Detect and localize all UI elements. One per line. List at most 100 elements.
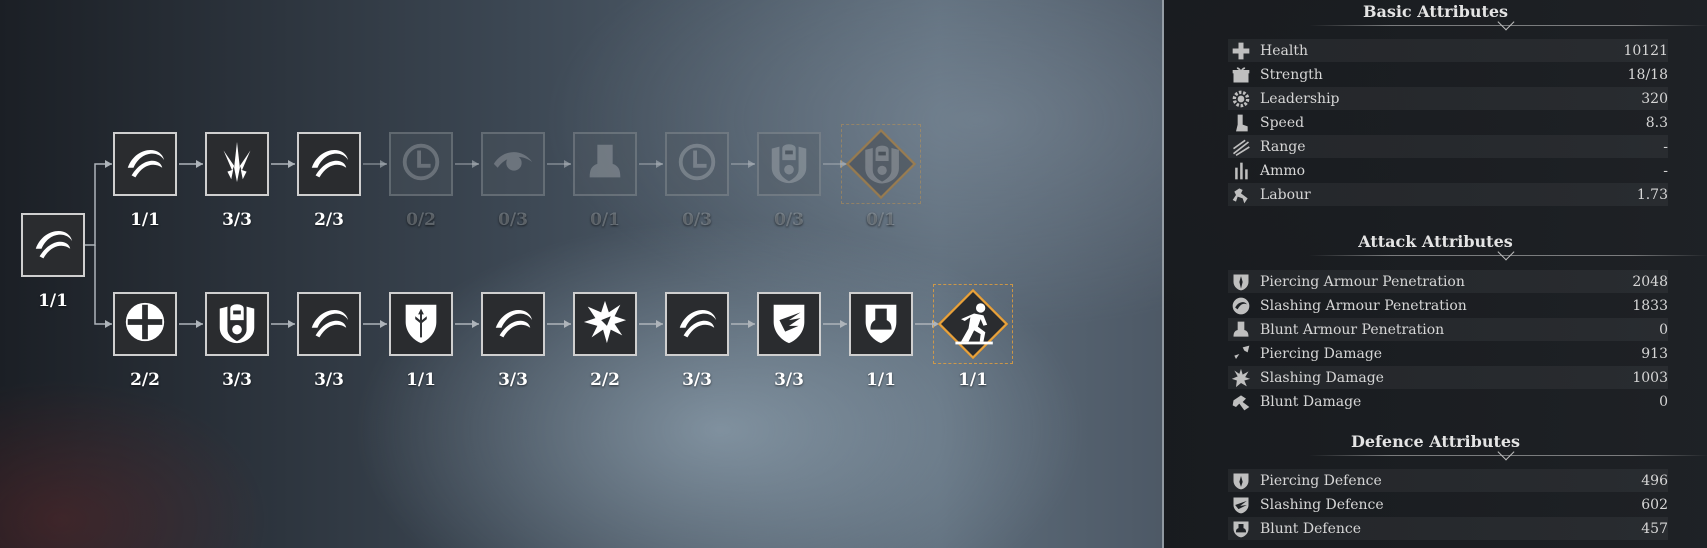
attribute-value: 320 [1641, 90, 1668, 107]
attribute-row: Range - [1228, 135, 1668, 158]
skill-node-box[interactable] [573, 292, 637, 356]
skill-node-rank: 0/1 [590, 210, 620, 230]
arrow-head-icon [748, 160, 755, 168]
attribute-row: Health 10121 [1228, 39, 1668, 62]
skill-node[interactable]: 3/3 [297, 292, 361, 390]
skill-node-box[interactable] [113, 292, 177, 356]
arrow-head-icon [472, 160, 479, 168]
wing-shield-icon [766, 299, 812, 349]
arrow-head-icon [564, 320, 571, 328]
speed-boot-icon [1230, 112, 1252, 134]
skill-node[interactable]: 2/3 [297, 132, 361, 230]
skill-node-root[interactable]: 1/1 [21, 213, 85, 311]
skill-node[interactable]: 0/1 [573, 132, 637, 230]
skill-node-rank: 0/3 [774, 210, 804, 230]
labour-horse-icon [1230, 184, 1252, 206]
skill-node-rank: 3/3 [222, 210, 252, 230]
skill-node-box[interactable] [205, 132, 269, 196]
attribute-value: 496 [1641, 472, 1668, 489]
skill-node[interactable]: 3/3 [665, 292, 729, 390]
skill-node-rank: 3/3 [314, 370, 344, 390]
skill-node[interactable]: 0/3 [757, 132, 821, 230]
skill-node-box[interactable] [113, 132, 177, 196]
attribute-row: Strength 18/18 [1228, 63, 1668, 86]
skill-node[interactable]: 0/3 [481, 132, 545, 230]
skill-node-box[interactable] [573, 132, 637, 196]
attribute-name: Slashing Defence [1260, 496, 1384, 513]
attribute-row: Slashing Defence 602 [1228, 493, 1668, 516]
clock-icon [674, 139, 720, 189]
attribute-name: Blunt Defence [1260, 520, 1361, 537]
range-arrows-icon [1230, 136, 1252, 158]
skill-node[interactable]: 3/3 [205, 292, 269, 390]
bell-weight-icon [582, 139, 628, 189]
skill-node[interactable]: 2/2 [573, 292, 637, 390]
skill-node[interactable]: 1/1 [113, 132, 177, 230]
attribute-name: Piercing Damage [1260, 345, 1383, 362]
skill-node-box[interactable] [481, 132, 545, 196]
piercing-penetration-icon [1230, 271, 1252, 293]
attribute-name: Slashing Damage [1260, 369, 1384, 386]
slashing-penetration-icon [1230, 295, 1252, 317]
skill-node-rank: 2/3 [314, 210, 344, 230]
arrow-head-icon [656, 160, 663, 168]
skill-node-box[interactable] [665, 132, 729, 196]
skill-tree: 1/1 1/1 3/3 2/3 0/2 0/3 0/1 0/3 0/3 0/1 2/2 3/3 3/… [0, 0, 1160, 548]
spear-burst-icon [214, 139, 260, 189]
arrow-head-icon [748, 320, 755, 328]
skill-node[interactable]: 3/3 [757, 292, 821, 390]
arrow-head-icon [380, 320, 387, 328]
skill-node[interactable]: 0/3 [665, 132, 729, 230]
skill-node[interactable]: 1/1 [389, 292, 453, 390]
skill-node-box[interactable] [297, 292, 361, 356]
skill-node[interactable]: 0/1 [841, 124, 921, 230]
skill-node-box[interactable] [757, 292, 821, 356]
attribute-value: - [1663, 138, 1668, 155]
skill-node[interactable]: 3/3 [205, 132, 269, 230]
cross-shield-icon [122, 299, 168, 349]
skill-node-box[interactable] [21, 213, 85, 277]
skill-node-rank: 2/2 [130, 370, 160, 390]
skill-node-box[interactable] [205, 292, 269, 356]
skill-node-box[interactable] [297, 132, 361, 196]
defence-attributes-title: Defence Attributes [1350, 432, 1521, 451]
skill-node-box[interactable] [481, 292, 545, 356]
attribute-name: Leadership [1260, 90, 1340, 107]
bell-shield-icon [858, 299, 904, 349]
eye-swirl-icon [490, 139, 536, 189]
skill-node-box[interactable] [389, 292, 453, 356]
attribute-row: Piercing Armour Penetration 2048 [1228, 270, 1668, 293]
clock-icon [398, 139, 444, 189]
attribute-value: 1.73 [1636, 186, 1668, 203]
arrow-shield-icon [398, 299, 444, 349]
arrow-head-icon [564, 160, 571, 168]
attribute-row: Piercing Defence 496 [1228, 469, 1668, 492]
crescent-slash-icon [306, 139, 352, 189]
skill-node[interactable]: 3/3 [481, 292, 545, 390]
attribute-name: Piercing Defence [1260, 472, 1382, 489]
skill-node-rank: 1/1 [406, 370, 436, 390]
attribute-row: Blunt Defence 457 [1228, 517, 1668, 540]
skill-node-box[interactable] [757, 132, 821, 196]
skill-node-box[interactable] [665, 292, 729, 356]
skill-node-rank: 2/2 [590, 370, 620, 390]
skill-node-rank: 3/3 [222, 370, 252, 390]
connector-lines [85, 160, 939, 328]
attribute-value: 18/18 [1627, 66, 1668, 83]
attribute-value: 2048 [1632, 273, 1668, 290]
skill-node-box[interactable] [389, 132, 453, 196]
skill-node[interactable]: 1/1 [849, 292, 913, 390]
skill-node-rank: 3/3 [682, 370, 712, 390]
attribute-name: Range [1260, 138, 1306, 155]
attribute-value: 602 [1641, 496, 1668, 513]
attribute-value: 8.3 [1645, 114, 1668, 131]
skill-node[interactable]: 0/2 [389, 132, 453, 230]
skill-node[interactable]: 2/2 [113, 292, 177, 390]
skill-node-box[interactable] [849, 292, 913, 356]
skill-node[interactable]: 1/1 [933, 284, 1013, 390]
slashing-defence-icon [1230, 494, 1252, 516]
attribute-name: Labour [1260, 186, 1311, 203]
crescent-slash-icon [122, 139, 168, 189]
attributes-panel: Basic Attributes Health 10121 Strength 18/1… [1164, 0, 1707, 548]
attribute-row: Ammo - [1228, 159, 1668, 182]
